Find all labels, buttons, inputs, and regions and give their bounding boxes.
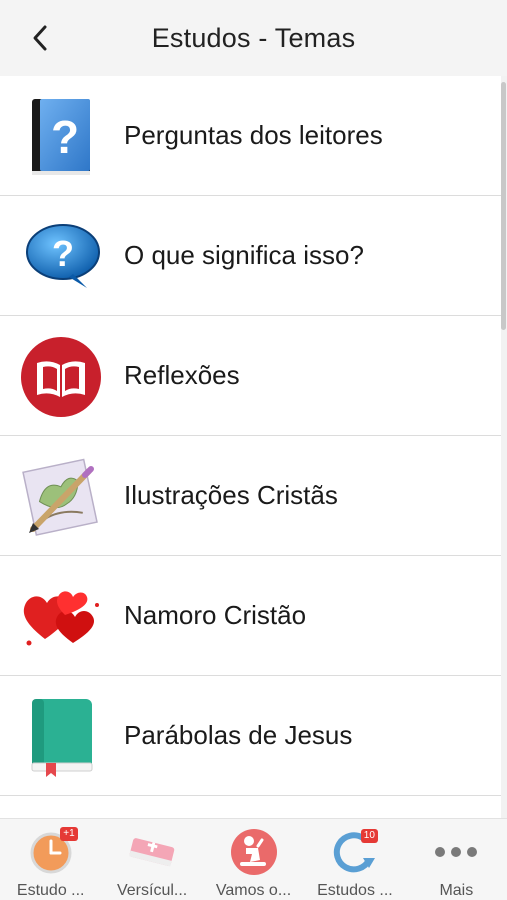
- tab-label: Estudo ...: [16, 882, 85, 899]
- topics-list: ? Perguntas dos leitores ? O que signifi…: [0, 76, 501, 818]
- back-button[interactable]: [24, 22, 56, 54]
- list-item-label: Reflexões: [124, 360, 240, 390]
- tab-label: Versícul...: [116, 882, 188, 899]
- scrollbar[interactable]: [501, 82, 506, 330]
- tab-bar: +1 Estudo ... Versícul... Vamos o... 10 …: [0, 818, 507, 900]
- praying-icon: [229, 827, 279, 877]
- page-title: Estudos - Temas: [151, 22, 356, 53]
- list-item-label: O que significa isso?: [124, 240, 364, 270]
- badge: +1: [60, 827, 78, 841]
- list-item-ilustracoes[interactable]: Ilustrações Cristãs: [0, 436, 501, 556]
- list-item-reflexoes[interactable]: Reflexões: [0, 316, 501, 436]
- tab-mais[interactable]: Mais: [406, 819, 507, 900]
- list-item-partial[interactable]: [0, 796, 501, 818]
- open-book-circle-icon: [18, 334, 104, 420]
- svg-text:?: ?: [52, 233, 74, 274]
- hearts-icon: [18, 574, 104, 660]
- list-item-significa[interactable]: ? O que significa isso?: [0, 196, 501, 316]
- question-bubble-icon: ?: [18, 214, 104, 300]
- clock-icon: +1: [26, 827, 78, 877]
- tab-versiculos[interactable]: Versícul...: [101, 819, 202, 900]
- list-item-namoro[interactable]: Namoro Cristão: [0, 556, 501, 676]
- tab-vamos-orar[interactable]: Vamos o...: [203, 819, 304, 900]
- pencil-drawing-icon: [18, 454, 104, 540]
- question-book-icon: ?: [18, 94, 104, 180]
- tab-label: Estudos ...: [317, 882, 393, 899]
- list-item-label: Parábolas de Jesus: [124, 720, 353, 750]
- list-item-label: Perguntas dos leitores: [124, 120, 383, 150]
- refresh-download-icon: 10: [330, 827, 380, 877]
- badge: 10: [360, 829, 378, 843]
- tab-estudos-baixados[interactable]: 10 Estudos ...: [304, 819, 405, 900]
- tab-label: Vamos o...: [215, 882, 292, 899]
- list-item-label: Namoro Cristão: [124, 600, 307, 630]
- list-item-label: Ilustrações Cristãs: [124, 480, 338, 510]
- chevron-left-icon: [33, 25, 47, 51]
- list-item-parabolas[interactable]: Parábolas de Jesus: [0, 676, 501, 796]
- svg-text:?: ?: [51, 111, 79, 163]
- tab-estudo-do-dia[interactable]: +1 Estudo ...: [0, 819, 101, 900]
- more-dots-icon: [431, 827, 481, 877]
- green-book-icon: [18, 694, 104, 780]
- list-item-perguntas[interactable]: ? Perguntas dos leitores: [0, 76, 501, 196]
- tab-label: Mais: [439, 882, 474, 899]
- nav-header: Estudos - Temas: [0, 0, 507, 76]
- bible-icon: [127, 827, 177, 877]
